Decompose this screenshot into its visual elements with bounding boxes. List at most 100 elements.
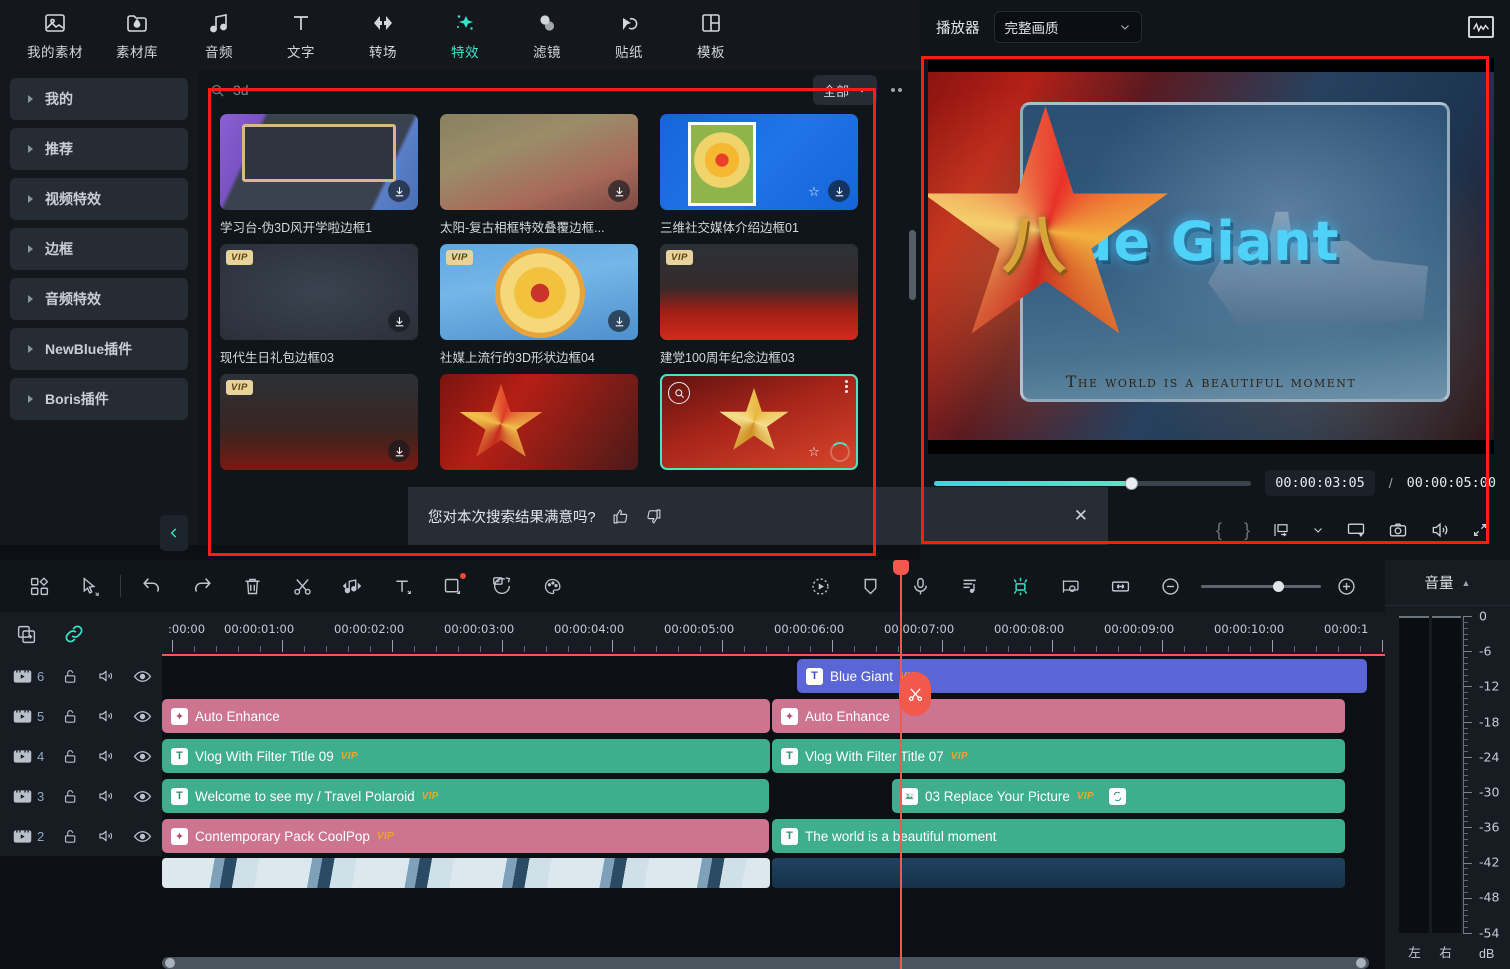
- timeline-ruler[interactable]: :00:00 00:00:01:00 00:00:02:00 00:00:03:…: [162, 612, 1385, 656]
- motion-tracking-button[interactable]: [795, 565, 845, 607]
- effect-thumbnail[interactable]: VIP: [220, 374, 418, 470]
- timeline-clip[interactable]: T Vlog With Filter Title 09 VIP: [162, 739, 770, 773]
- scrollbar-left-handle[interactable]: [165, 958, 175, 968]
- eye-icon[interactable]: [133, 827, 152, 846]
- effect-thumbnail[interactable]: [440, 114, 638, 210]
- redo-button[interactable]: [177, 565, 227, 607]
- thumbs-up-icon[interactable]: [612, 508, 629, 525]
- playhead-handle[interactable]: [893, 560, 909, 575]
- effect-card[interactable]: ☆ 三维社交媒体介绍边框01: [660, 114, 858, 236]
- sidebar-item-video-effects[interactable]: 视频特效: [10, 178, 188, 220]
- eye-icon[interactable]: [133, 667, 152, 686]
- keyframe-button[interactable]: [995, 565, 1045, 607]
- track-lane[interactable]: ✦ Auto Enhance ✦ Auto Enhance: [162, 696, 1385, 736]
- thumbs-down-icon[interactable]: [645, 508, 662, 525]
- split-button[interactable]: [277, 565, 327, 607]
- effect-card[interactable]: [440, 374, 638, 470]
- camera-icon[interactable]: [1388, 520, 1408, 540]
- quality-select[interactable]: 完整画质: [994, 11, 1142, 43]
- audio-detach-button[interactable]: [327, 565, 377, 607]
- speaker-icon[interactable]: [97, 747, 115, 765]
- filter-all-dropdown[interactable]: 全部: [813, 75, 877, 105]
- zoom-slider[interactable]: [1201, 585, 1321, 588]
- download-icon[interactable]: [388, 180, 410, 202]
- download-icon[interactable]: [608, 180, 630, 202]
- speaker-icon[interactable]: [97, 787, 115, 805]
- split-view-button[interactable]: [1272, 521, 1290, 539]
- speaker-icon[interactable]: [97, 827, 115, 845]
- media-clip[interactable]: [772, 858, 1345, 888]
- volume-header[interactable]: 音量 ▲: [1385, 560, 1510, 606]
- effect-more-icon[interactable]: [845, 380, 848, 393]
- expand-arrow-icon[interactable]: [1472, 522, 1488, 538]
- select-tool-button[interactable]: [64, 565, 114, 607]
- sidebar-item-border[interactable]: 边框: [10, 228, 188, 270]
- mask-button[interactable]: [845, 565, 895, 607]
- zoom-slider-handle[interactable]: [1273, 581, 1284, 592]
- scrollbar-right-handle[interactable]: [1356, 958, 1366, 968]
- preview-zoom-icon[interactable]: [668, 382, 690, 404]
- text-tool-button[interactable]: [377, 565, 427, 607]
- nav-tab-template[interactable]: 模板: [670, 4, 752, 66]
- effect-card-selected[interactable]: ☆: [660, 374, 858, 470]
- mark-out-button[interactable]: }: [1244, 520, 1250, 541]
- timeline-clip[interactable]: ✦ Auto Enhance: [772, 699, 1345, 733]
- nav-tab-filter[interactable]: 滤镜: [506, 4, 588, 66]
- speaker-icon[interactable]: [97, 707, 115, 725]
- download-icon[interactable]: [388, 440, 410, 462]
- split-at-playhead-button[interactable]: [899, 672, 931, 716]
- timeline-clip[interactable]: T Vlog With Filter Title 07 VIP: [772, 739, 1345, 773]
- effect-card[interactable]: 太阳-复古相框特效叠覆边框...: [440, 114, 638, 236]
- nav-tab-text[interactable]: 文字: [260, 4, 342, 66]
- preview-stage[interactable]: ue Giant 八 The world is a beautiful mome…: [928, 58, 1494, 454]
- timeline-horizontal-scrollbar[interactable]: [162, 957, 1369, 969]
- split-view-dropdown[interactable]: [1312, 524, 1324, 536]
- add-layer-icon[interactable]: [16, 624, 37, 645]
- crop-button[interactable]: [427, 565, 477, 607]
- more-options-button[interactable]: [885, 88, 908, 92]
- timeline-clip[interactable]: T The world is a beautiful moment: [772, 819, 1345, 853]
- download-icon[interactable]: [608, 310, 630, 332]
- monitor-icon[interactable]: [1346, 520, 1366, 540]
- browser-scrollbar[interactable]: [909, 230, 916, 300]
- effect-thumbnail[interactable]: ☆: [660, 114, 858, 210]
- color-button[interactable]: [527, 565, 577, 607]
- search-input[interactable]: 3d: [210, 82, 805, 98]
- speaker-icon[interactable]: [1430, 520, 1450, 540]
- sidebar-item-newblue-plugin[interactable]: NewBlue插件: [10, 328, 188, 370]
- nav-tab-transition[interactable]: 转场: [342, 4, 424, 66]
- link-chain-icon[interactable]: [63, 623, 85, 645]
- lock-icon[interactable]: [62, 708, 79, 725]
- nav-tab-my-media[interactable]: 我的素材: [14, 4, 96, 66]
- track-lane[interactable]: T Vlog With Filter Title 09 VIP T Vlog W…: [162, 736, 1385, 776]
- track-lane[interactable]: T Welcome to see my / Travel Polaroid VI…: [162, 776, 1385, 816]
- playhead[interactable]: [900, 560, 902, 969]
- track-lane[interactable]: ✦ Contemporary Pack CoolPop VIP T The wo…: [162, 816, 1385, 856]
- zoom-slider-track[interactable]: [1201, 585, 1321, 588]
- effect-thumbnail[interactable]: ☆: [660, 374, 858, 470]
- lock-icon[interactable]: [62, 788, 79, 805]
- delete-button[interactable]: [227, 565, 277, 607]
- speaker-icon[interactable]: [97, 667, 115, 685]
- marker-button[interactable]: [1045, 565, 1095, 607]
- layout-button[interactable]: [14, 565, 64, 607]
- seek-slider[interactable]: [934, 481, 1251, 486]
- timeline-clip[interactable]: T Blue Giant VIP: [797, 659, 1367, 693]
- fit-timeline-button[interactable]: [1095, 565, 1145, 607]
- zoom-in-button[interactable]: [1321, 565, 1371, 607]
- lock-icon[interactable]: [62, 668, 79, 685]
- sidebar-item-audio-effects[interactable]: 音频特效: [10, 278, 188, 320]
- timeline-clip[interactable]: ✦ Auto Enhance: [162, 699, 770, 733]
- track-lane[interactable]: T Blue Giant VIP: [162, 656, 1385, 696]
- track-lane[interactable]: [162, 856, 1385, 888]
- audio-ducking-button[interactable]: [945, 565, 995, 607]
- timeline-clip[interactable]: T Welcome to see my / Travel Polaroid VI…: [162, 779, 769, 813]
- download-icon[interactable]: [828, 180, 850, 202]
- zoom-out-button[interactable]: [1145, 565, 1195, 607]
- sidebar-item-mine[interactable]: 我的: [10, 78, 188, 120]
- eye-icon[interactable]: [133, 747, 152, 766]
- lock-icon[interactable]: [62, 828, 79, 845]
- download-icon[interactable]: [388, 310, 410, 332]
- eye-icon[interactable]: [133, 787, 152, 806]
- waveform-scope-icon[interactable]: [1468, 16, 1494, 38]
